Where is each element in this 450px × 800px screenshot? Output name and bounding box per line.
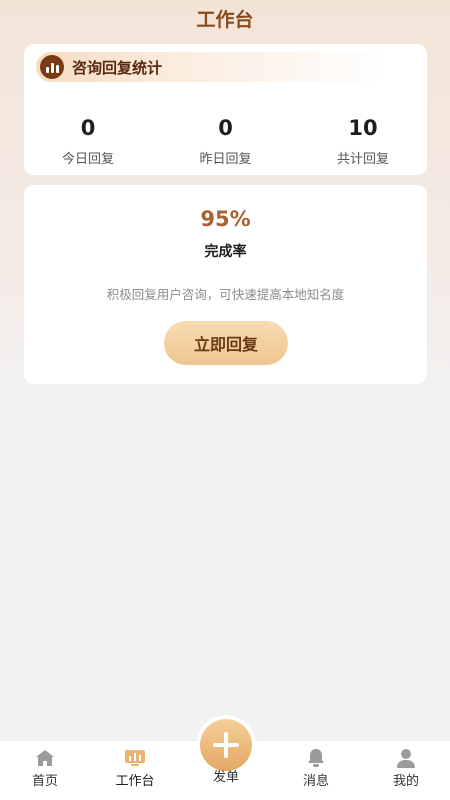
tab-workbench-label: 工作台 <box>115 774 155 789</box>
completion-rate-label: 完成率 <box>204 244 247 260</box>
bar-chart-icon <box>40 55 64 79</box>
tab-home[interactable]: 首页 <box>5 741 85 799</box>
stats-title-tag: 咨询回复统计 <box>36 52 386 82</box>
stat-yesterday-label: 昨日回复 <box>199 152 252 167</box>
tab-mine-label: 我的 <box>392 774 419 789</box>
tab-home-label: 首页 <box>31 774 58 789</box>
stat-yesterday: 0 昨日回复 <box>176 114 276 169</box>
stats-title: 咨询回复统计 <box>72 58 163 77</box>
tab-messages[interactable]: 消息 <box>276 741 356 799</box>
bell-icon <box>305 748 327 768</box>
stat-total: 10 共计回复 <box>313 114 413 169</box>
user-icon <box>395 748 417 768</box>
home-icon <box>34 748 56 768</box>
workbench-icon <box>124 748 146 768</box>
reply-now-button[interactable]: 立即回复 <box>164 321 288 365</box>
completion-rate-card: 95% 完成率 积极回复用户咨询，可快速提高本地知名度 立即回复 <box>24 185 427 384</box>
tab-workbench[interactable]: 工作台 <box>95 741 175 799</box>
completion-description: 积极回复用户咨询，可快速提高本地知名度 <box>106 287 345 302</box>
stat-yesterday-value: 0 <box>218 116 233 140</box>
completion-rate-value: 95% <box>200 207 251 231</box>
stat-total-value: 10 <box>348 116 378 140</box>
stats-row: 0 今日回复 0 昨日回复 10 共计回复 <box>24 114 427 169</box>
tab-mine[interactable]: 我的 <box>366 741 446 799</box>
reply-stats-card: 咨询回复统计 0 今日回复 0 昨日回复 10 共计回复 <box>24 44 427 175</box>
stat-today-label: 今日回复 <box>61 152 114 167</box>
tab-messages-label: 消息 <box>302 774 329 789</box>
post-order-button[interactable] <box>200 719 252 771</box>
header: 工作台 <box>0 0 450 36</box>
page-title: 工作台 <box>196 8 254 31</box>
stat-today-value: 0 <box>80 116 96 140</box>
stat-total-label: 共计回复 <box>336 152 389 167</box>
tab-post-order-label: 发单 <box>212 770 239 785</box>
stat-today: 0 今日回复 <box>38 114 138 169</box>
